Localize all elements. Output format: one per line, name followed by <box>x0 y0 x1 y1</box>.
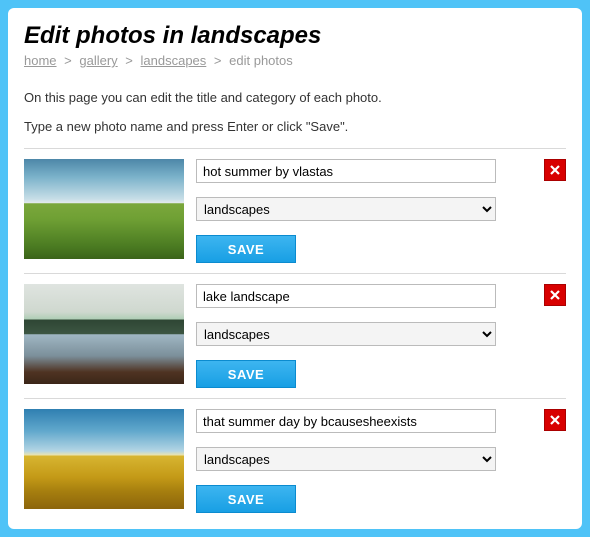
photo-category-select[interactable]: landscapes <box>196 322 496 346</box>
photo-thumbnail <box>24 284 184 384</box>
save-button[interactable]: SAVE <box>196 485 296 513</box>
breadcrumb-gallery[interactable]: gallery <box>79 53 117 68</box>
save-button[interactable]: SAVE <box>196 235 296 263</box>
photo-row: landscapes SAVE <box>24 148 566 273</box>
breadcrumb: home > gallery > landscapes > edit photo… <box>24 53 566 68</box>
intro-line-1: On this page you can edit the title and … <box>24 90 566 105</box>
photo-thumbnail <box>24 159 184 259</box>
intro-line-2: Type a new photo name and press Enter or… <box>24 119 566 134</box>
page-title: Edit photos in landscapes <box>24 22 566 50</box>
close-icon <box>549 414 561 426</box>
breadcrumb-separator: > <box>125 53 133 68</box>
delete-button[interactable] <box>544 284 566 306</box>
photo-thumbnail <box>24 409 184 509</box>
photo-title-input[interactable] <box>196 409 496 433</box>
delete-button[interactable] <box>544 409 566 431</box>
photo-category-select[interactable]: landscapes <box>196 447 496 471</box>
photo-category-select[interactable]: landscapes <box>196 197 496 221</box>
intro-text: On this page you can edit the title and … <box>24 90 566 134</box>
breadcrumb-current: edit photos <box>229 53 293 68</box>
photo-controls: landscapes SAVE <box>196 284 566 388</box>
close-icon <box>549 164 561 176</box>
photo-row: landscapes SAVE <box>24 273 566 398</box>
breadcrumb-separator: > <box>64 53 72 68</box>
page-container: Edit photos in landscapes home > gallery… <box>8 8 582 529</box>
close-icon <box>549 289 561 301</box>
photo-title-input[interactable] <box>196 284 496 308</box>
breadcrumb-landscapes[interactable]: landscapes <box>141 53 207 68</box>
breadcrumb-separator: > <box>214 53 222 68</box>
breadcrumb-home[interactable]: home <box>24 53 57 68</box>
photo-controls: landscapes SAVE <box>196 159 566 263</box>
photo-row: landscapes SAVE <box>24 398 566 523</box>
delete-button[interactable] <box>544 159 566 181</box>
save-button[interactable]: SAVE <box>196 360 296 388</box>
photo-controls: landscapes SAVE <box>196 409 566 513</box>
photo-title-input[interactable] <box>196 159 496 183</box>
